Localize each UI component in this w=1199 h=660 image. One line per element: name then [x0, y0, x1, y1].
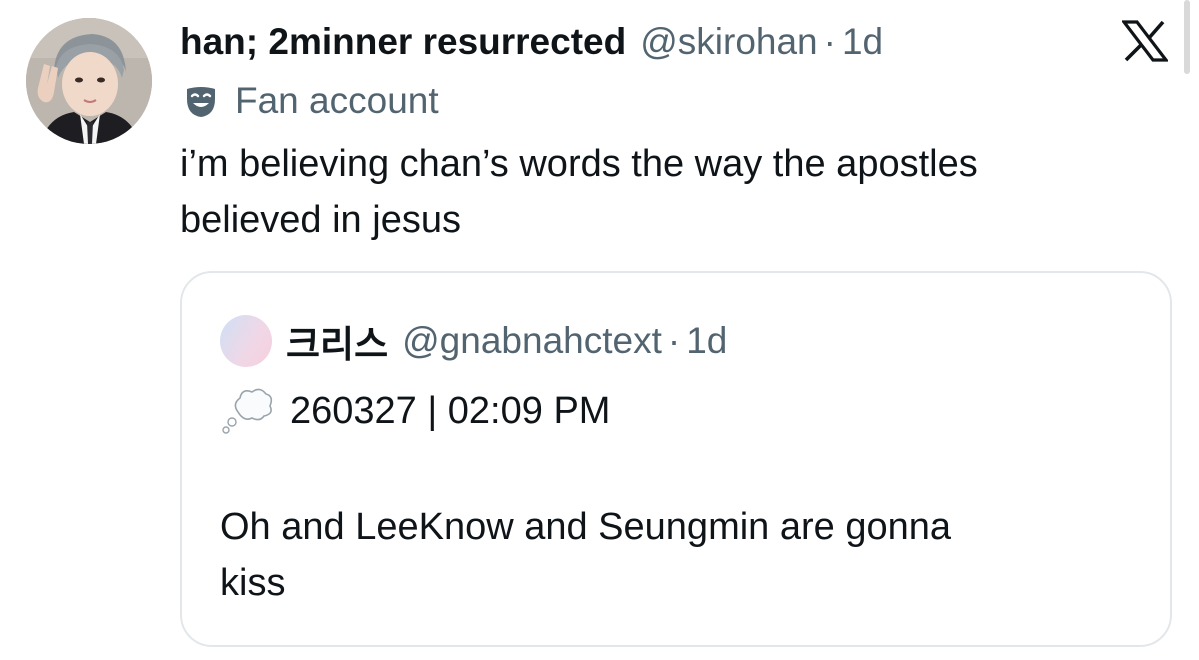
tweet-text-line: i’m believing chan’s words the way the a…	[180, 143, 978, 185]
label-text: Fan account	[235, 80, 439, 121]
quoted-timestamp[interactable]: 1d	[686, 320, 727, 362]
quoted-avatar[interactable]	[220, 315, 272, 367]
display-name[interactable]: han; 2minner resurrected	[180, 21, 626, 63]
quoted-text-line: Oh and LeeKnow and Seungmin are gonna	[220, 506, 951, 548]
quoted-user-handle[interactable]: @gnabnahctext	[402, 320, 662, 362]
x-logo-icon[interactable]	[1122, 20, 1168, 62]
tweet-text: i’m believing chan’s words the way the a…	[180, 136, 1170, 248]
quoted-tweet-text: Oh and LeeKnow and Seungmin are gonna ki…	[220, 499, 1140, 611]
account-label[interactable]: Fan account	[183, 76, 439, 126]
quoted-first-line: 260327 | 02:09 PM	[220, 383, 610, 439]
timestamp[interactable]: 1d	[842, 21, 883, 63]
separator-dot: ·	[823, 21, 836, 62]
tweet[interactable]: han; 2minner resurrected @skirohan · 1d …	[0, 0, 1199, 660]
thought-balloon-icon	[222, 388, 273, 434]
avatar[interactable]	[26, 18, 152, 144]
scrollbar[interactable]	[1184, 0, 1190, 74]
quoted-tweet-card[interactable]: 크리스 @gnabnahctext · 1d 260327 | 02:09 PM…	[180, 271, 1172, 647]
quoted-display-name[interactable]: 크리스	[286, 314, 388, 368]
tweet-text-line: believed in jesus	[180, 199, 461, 241]
user-handle[interactable]: @skirohan	[640, 21, 817, 63]
separator-dot: ·	[667, 320, 681, 361]
quoted-tweet-header: 크리스 @gnabnahctext · 1d	[220, 313, 727, 369]
tweet-header: han; 2minner resurrected @skirohan · 1d	[180, 16, 883, 68]
theater-mask-icon	[187, 87, 215, 117]
avatar-photo	[26, 18, 152, 144]
quoted-stamp: 260327 | 02:09 PM	[290, 389, 611, 432]
quoted-text-line: kiss	[220, 562, 286, 604]
